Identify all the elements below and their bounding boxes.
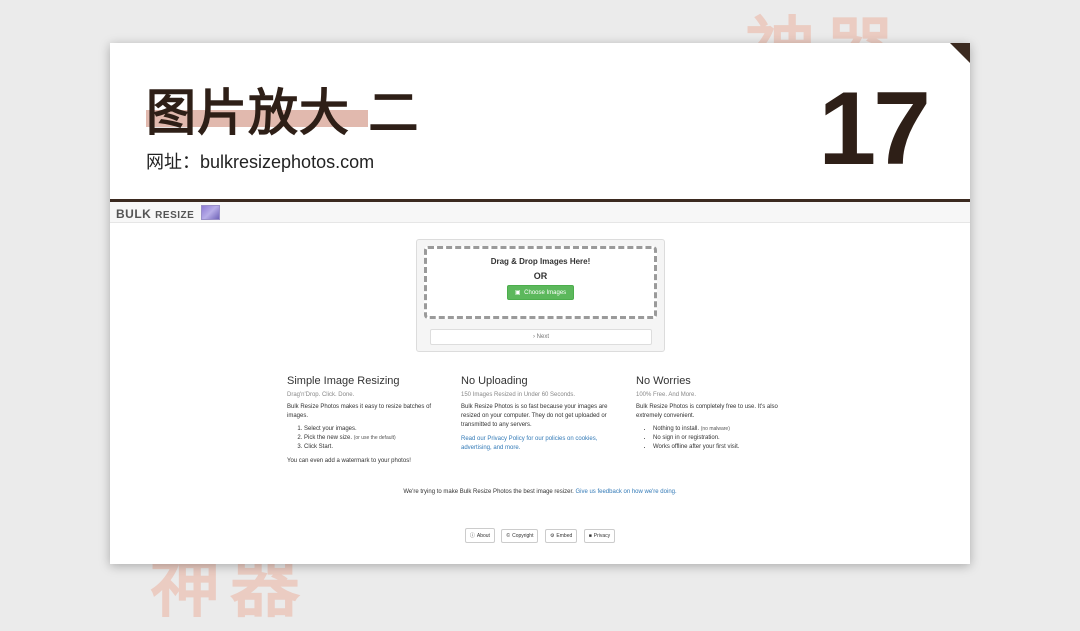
- slide-card: 图片放大 二 网址：bulkresizephotos.com 17 BULK R…: [110, 43, 970, 564]
- embed-button[interactable]: ⚙ Embed: [544, 529, 578, 543]
- copyright-label: Copyright: [512, 533, 534, 539]
- column-heading: No Uploading: [461, 375, 528, 387]
- copyright-button[interactable]: © Copyright: [501, 529, 539, 543]
- benefit-text: Works offline after your first visit.: [653, 444, 740, 450]
- column-text: Bulk Resize Photos makes it easy to resi…: [287, 404, 432, 419]
- copyright-icon: ©: [506, 533, 511, 539]
- feature-column-simple: Simple Image Resizing Drag'n'Drop. Click…: [287, 375, 445, 466]
- privacy-button[interactable]: ■ Privacy: [583, 529, 616, 543]
- feedback-text: We're trying to make Bulk Resize Photos …: [403, 489, 574, 495]
- site-logo[interactable]: BULK RESIZE: [116, 205, 221, 221]
- upload-panel: Drag & Drop Images Here! OR ▣ Choose Ima…: [416, 239, 665, 352]
- embed-label: Embed: [556, 533, 573, 539]
- lock-icon: ■: [588, 533, 592, 539]
- privacy-label: Privacy: [593, 533, 611, 539]
- step-item: Pick the new size. (or use the default): [304, 434, 445, 443]
- logo-image-icon: [201, 205, 221, 220]
- next-button[interactable]: › Next: [430, 329, 652, 345]
- privacy-policy-link[interactable]: Read our Privacy Policy for our policies…: [461, 435, 619, 453]
- site-logo-text: BULK: [116, 207, 152, 221]
- column-heading: No Worries: [636, 375, 691, 387]
- feedback-link[interactable]: Give us feedback on how we're doing.: [575, 489, 676, 495]
- benefit-item: Works offline after your first visit.: [653, 443, 794, 452]
- step-text: Click Start.: [304, 444, 334, 450]
- corner-fold: [950, 43, 970, 63]
- step-note: (or use the default): [353, 435, 396, 441]
- step-text: Select your images.: [304, 426, 357, 432]
- column-subheading: 100% Free. And More.: [636, 392, 697, 398]
- column-subheading: Drag'n'Drop. Click. Done.: [287, 392, 355, 398]
- drop-text: Drag & Drop Images Here!: [490, 257, 591, 266]
- benefits-list: Nothing to install. (no malware) No sign…: [636, 425, 794, 452]
- benefit-text: No sign in or registration.: [653, 435, 720, 441]
- slide-title-block: 图片放大 二: [146, 83, 419, 143]
- slide-subtitle: 网址：bulkresizephotos.com: [146, 152, 375, 172]
- footer-buttons: ⓘ About © Copyright ⚙ Embed ■ Privacy: [110, 524, 970, 543]
- dropzone[interactable]: Drag & Drop Images Here! OR ▣ Choose Ima…: [424, 246, 657, 319]
- column-text: Bulk Resize Photos is so fast because yo…: [461, 404, 608, 428]
- column-subheading: 150 Images Resized in Under 60 Seconds.: [461, 392, 576, 398]
- step-text: Pick the new size.: [304, 435, 353, 441]
- steps-list: Select your images. Pick the new size. (…: [287, 425, 445, 452]
- or-text: OR: [533, 271, 548, 281]
- benefit-note: (no malware): [700, 426, 730, 432]
- info-icon: ⓘ: [469, 533, 475, 539]
- site-logo-text-alt: RESIZE: [155, 210, 195, 221]
- about-button[interactable]: ⓘ About: [464, 528, 495, 543]
- choose-images-button[interactable]: ▣ Choose Images: [506, 285, 575, 300]
- benefit-item: Nothing to install. (no malware): [653, 425, 794, 434]
- next-button-label: Next: [536, 334, 549, 340]
- column-heading: Simple Image Resizing: [287, 375, 400, 387]
- slide-number: 17: [818, 71, 931, 187]
- column-footer-text: You can even add a watermark to your pho…: [287, 458, 411, 464]
- gear-icon: ⚙: [549, 533, 555, 539]
- image-icon: ▣: [514, 290, 521, 296]
- slide-title: 图片放大 二: [146, 83, 420, 142]
- feature-column-no-uploading: No Uploading 150 Images Resized in Under…: [461, 375, 619, 453]
- about-label: About: [476, 533, 490, 539]
- choose-images-label: Choose Images: [524, 290, 567, 296]
- benefit-item: No sign in or registration.: [653, 434, 794, 443]
- step-item: Click Start.: [304, 443, 445, 452]
- chevron-right-icon: ›: [532, 334, 535, 340]
- step-item: Select your images.: [304, 425, 445, 434]
- benefit-text: Nothing to install.: [653, 426, 700, 432]
- column-text: Bulk Resize Photos is completely free to…: [636, 404, 778, 419]
- feature-column-no-worries: No Worries 100% Free. And More. Bulk Res…: [636, 375, 794, 452]
- feedback-line: We're trying to make Bulk Resize Photos …: [110, 489, 970, 495]
- site-navbar: BULK RESIZE: [110, 202, 970, 223]
